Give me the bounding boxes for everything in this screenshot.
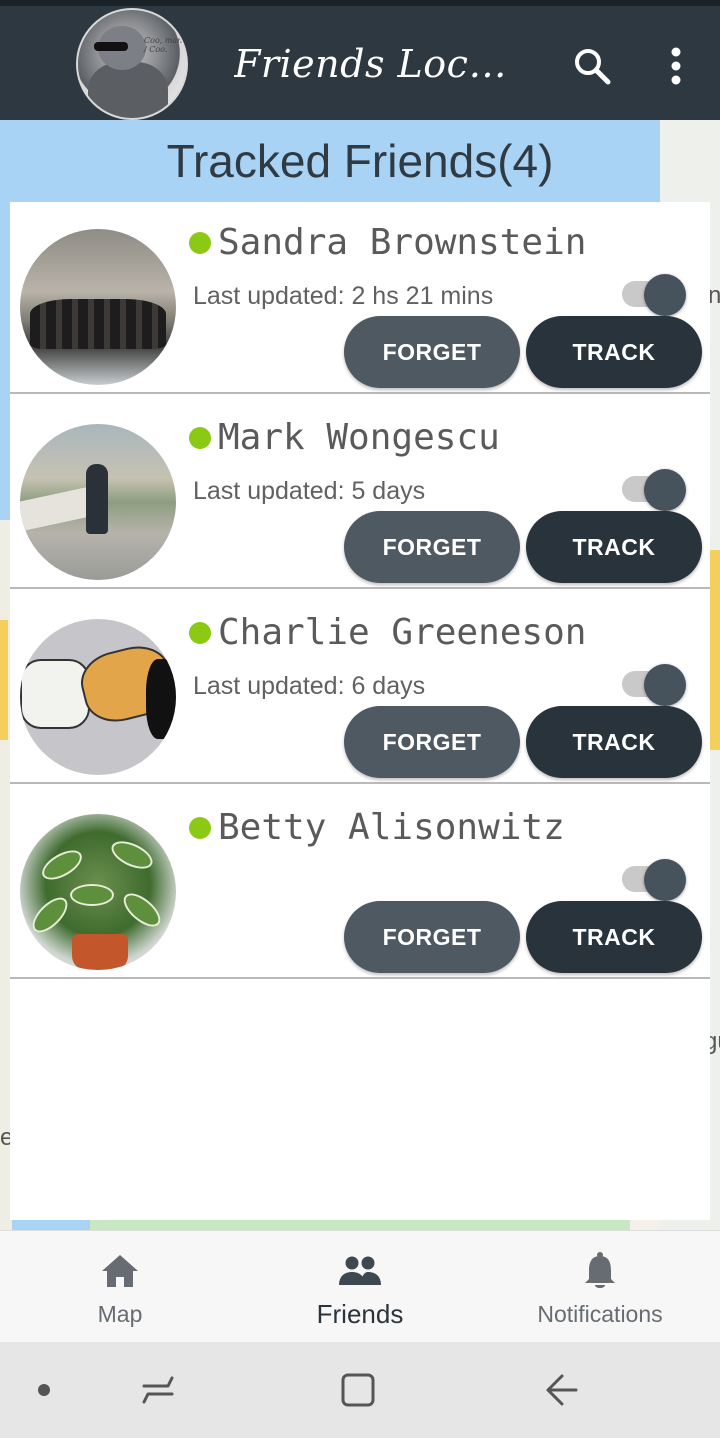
- online-status-indicator: [189, 427, 211, 449]
- online-status-indicator: [189, 622, 211, 644]
- forget-button[interactable]: FORGET: [344, 511, 520, 583]
- pigeon-body-shape: [88, 62, 168, 118]
- dot-icon: [38, 1384, 50, 1396]
- friend-avatar[interactable]: [20, 814, 176, 970]
- friend-name: Charlie Greeneson: [218, 612, 587, 653]
- friend-name: Betty Alisonwitz: [218, 807, 565, 848]
- map-road-left: [0, 620, 8, 740]
- track-button[interactable]: TRACK: [526, 706, 702, 778]
- friend-avatar[interactable]: [20, 424, 176, 580]
- last-updated-text: Last updated: 2 hs 21 mins: [193, 282, 494, 310]
- track-button[interactable]: TRACK: [526, 901, 702, 973]
- friend-avatar[interactable]: [20, 229, 176, 385]
- forget-button[interactable]: FORGET: [344, 901, 520, 973]
- bottom-navigation: Map Friends Notifications: [0, 1230, 720, 1342]
- back-button[interactable]: [536, 1366, 584, 1414]
- track-button[interactable]: TRACK: [526, 316, 702, 388]
- recent-apps-button[interactable]: [134, 1366, 182, 1414]
- back-arrow-icon: [546, 1374, 578, 1406]
- app-bar: Coo, man / Coo. Friends Locati...: [0, 6, 720, 120]
- nav-label-notifications: Notifications: [537, 1301, 663, 1327]
- sunglasses-shape: [94, 42, 128, 51]
- people-icon: [339, 1256, 381, 1285]
- tracking-toggle[interactable]: [622, 469, 688, 511]
- friend-card: Sandra Brownstein Last updated: 2 hs 21 …: [10, 202, 710, 394]
- friend-card: Charlie Greeneson Last updated: 6 days F…: [10, 592, 710, 784]
- recent-apps-icon: [142, 1376, 174, 1404]
- track-button[interactable]: TRACK: [526, 511, 702, 583]
- online-status-indicator: [189, 232, 211, 254]
- search-button[interactable]: [568, 42, 616, 90]
- nav-item-map[interactable]: Map: [0, 1231, 240, 1343]
- system-navigation-bar: [0, 1342, 720, 1438]
- friend-avatar[interactable]: [20, 619, 176, 775]
- overflow-menu-button[interactable]: [652, 42, 700, 90]
- tracking-toggle[interactable]: [622, 274, 688, 316]
- last-updated-text: Last updated: 5 days: [193, 477, 426, 505]
- friend-card: Betty Alisonwitz FORGET TRACK: [10, 787, 710, 979]
- online-status-indicator: [189, 817, 211, 839]
- bell-icon: [585, 1252, 615, 1288]
- forget-button[interactable]: FORGET: [344, 706, 520, 778]
- home-square-icon: [341, 1373, 375, 1407]
- nav-label-map: Map: [97, 1301, 143, 1327]
- tracked-friends-title: Tracked Friends(4): [166, 135, 554, 187]
- nav-item-notifications[interactable]: Notifications: [480, 1231, 720, 1343]
- friend-name: Mark Wongescu: [218, 417, 500, 458]
- friends-list: Sandra Brownstein Last updated: 2 hs 21 …: [10, 202, 710, 1220]
- avatar-scribble: Coo, man / Coo.: [144, 36, 183, 54]
- forget-button[interactable]: FORGET: [344, 316, 520, 388]
- tracking-toggle[interactable]: [622, 664, 688, 706]
- search-icon: [575, 49, 611, 85]
- tracking-toggle[interactable]: [622, 859, 688, 901]
- app-title: Friends Locati...: [234, 42, 524, 86]
- app-avatar[interactable]: Coo, man / Coo.: [76, 8, 188, 120]
- more-vertical-icon: [671, 47, 681, 85]
- home-system-button[interactable]: [334, 1366, 382, 1414]
- last-updated-text: Last updated: 6 days: [193, 672, 426, 700]
- nav-label-friends: Friends: [316, 1299, 404, 1329]
- friend-card: Mark Wongescu Last updated: 5 days FORGE…: [10, 397, 710, 589]
- home-icon: [102, 1255, 138, 1287]
- friend-name: Sandra Brownstein: [218, 222, 587, 263]
- nav-item-friends[interactable]: Friends: [240, 1231, 480, 1343]
- system-dot-button[interactable]: [20, 1366, 68, 1414]
